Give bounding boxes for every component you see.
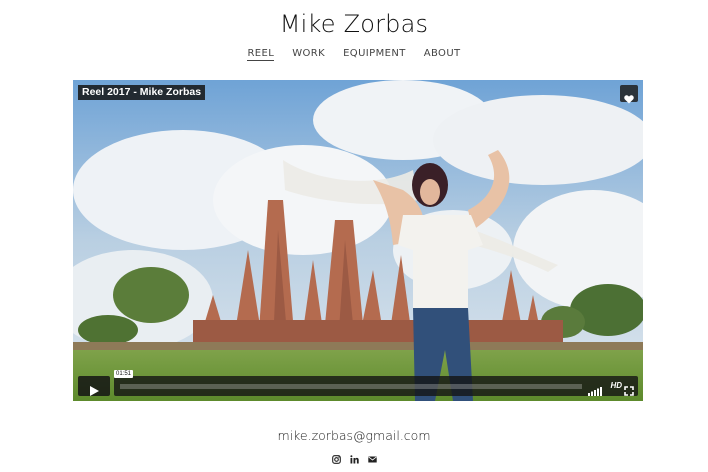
- contact-email[interactable]: mike.zorbas@gmail.com: [0, 428, 708, 443]
- site-title[interactable]: Mike Zorbas: [0, 10, 708, 38]
- video-title[interactable]: Reel 2017 - Mike Zorbas: [78, 85, 206, 100]
- progress-bar[interactable]: [120, 384, 582, 389]
- like-button[interactable]: [620, 85, 638, 104]
- nav-item-work[interactable]: WORK: [292, 48, 325, 61]
- control-bar: HD: [114, 376, 638, 396]
- fullscreen-icon[interactable]: [624, 381, 634, 396]
- main-nav: REEL WORK EQUIPMENT ABOUT: [0, 48, 708, 61]
- hd-toggle[interactable]: HD: [610, 380, 622, 392]
- nav-item-about[interactable]: ABOUT: [424, 48, 461, 61]
- time-label: 01:51: [114, 370, 134, 378]
- play-icon: [89, 381, 99, 396]
- nav-item-reel[interactable]: REEL: [247, 48, 275, 61]
- play-button[interactable]: [78, 376, 110, 396]
- video-player[interactable]: Reel 2017 - Mike Zorbas HD 01:51: [73, 80, 643, 401]
- player-controls: HD 01:51: [78, 370, 638, 396]
- heart-icon: [624, 89, 634, 104]
- volume-icon[interactable]: [588, 381, 602, 396]
- instagram-icon[interactable]: [331, 449, 341, 464]
- linkedin-icon[interactable]: [349, 449, 359, 464]
- social-links: [0, 449, 708, 464]
- nav-item-equipment[interactable]: EQUIPMENT: [343, 48, 406, 61]
- envelope-icon[interactable]: [367, 449, 377, 463]
- video-frame: [73, 80, 643, 401]
